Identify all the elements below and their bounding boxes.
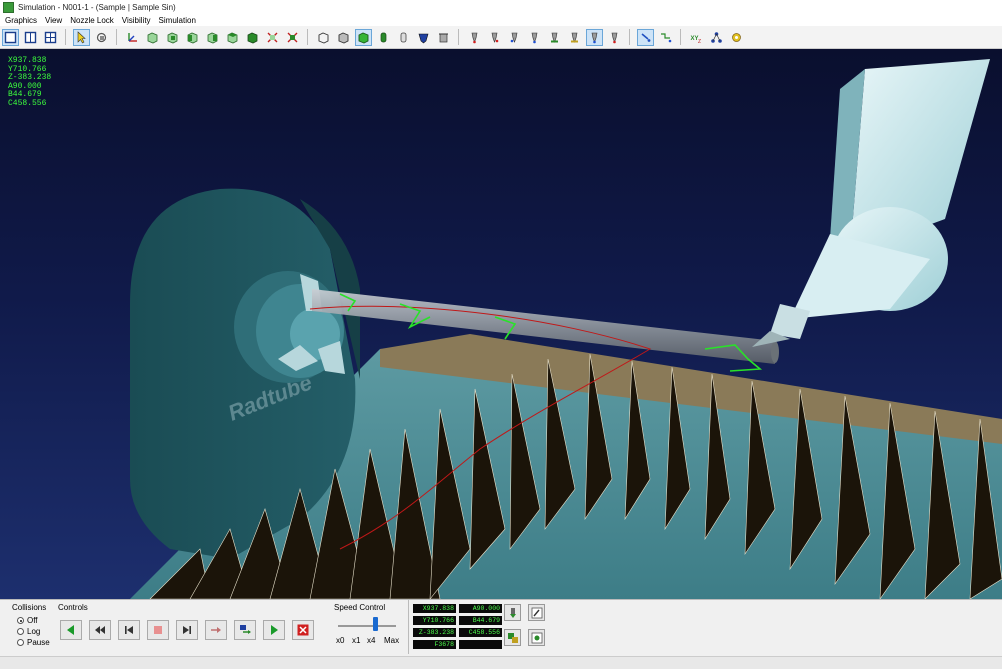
cube-right-icon[interactable]	[204, 29, 221, 46]
gear-star-icon[interactable]	[728, 29, 745, 46]
rotate-view-icon[interactable]	[93, 29, 110, 46]
readout-empty	[459, 640, 502, 649]
controls-group: Controls	[58, 600, 328, 654]
network-icon[interactable]	[708, 29, 725, 46]
coordinate-readout: X937.838 Y710.766 Z-383.238 A90.000 B44.…	[8, 56, 51, 109]
torch-6-icon[interactable]	[566, 29, 583, 46]
single-view-icon[interactable]	[1, 28, 19, 46]
collisions-group: Collisions Off Log Pause	[6, 600, 54, 654]
window-title: Simulation - N001-1 - (Sample | Sample S…	[18, 2, 176, 12]
toolbar-separator	[65, 29, 66, 45]
speed-control-label: Speed Control	[334, 603, 386, 612]
cube-bottom-icon[interactable]	[244, 29, 261, 46]
path-icon[interactable]	[657, 29, 674, 46]
simulation-viewport[interactable]: Radtube X937.838 Y710.766 Z-383.238 A90.…	[0, 49, 1002, 599]
controls-label: Controls	[58, 603, 88, 612]
collisions-label: Collisions	[12, 603, 47, 612]
collisions-log-radio[interactable]: Log	[17, 627, 40, 636]
radio-dot	[17, 639, 24, 646]
xyz-axes-icon[interactable]: XY Z	[688, 29, 705, 46]
cube-front-icon[interactable]	[144, 29, 161, 46]
zoom-extents-icon[interactable]	[284, 29, 301, 46]
load-button[interactable]	[234, 620, 256, 640]
skip-end-button[interactable]	[176, 620, 198, 640]
collisions-off-radio[interactable]: Off	[17, 616, 38, 625]
readout-c: C458.556	[459, 628, 502, 637]
torch-3-icon[interactable]	[506, 29, 523, 46]
cancel-button[interactable]	[292, 620, 314, 640]
speed-tick-max: Max	[384, 636, 400, 645]
bottom-panel: Collisions Off Log Pause Controls Speed …	[0, 599, 1002, 656]
nozzle-icon[interactable]	[636, 28, 654, 46]
toolbar-separator	[680, 29, 681, 45]
menu-nozzle-lock[interactable]: Nozzle Lock	[70, 16, 114, 25]
torch-8-icon[interactable]	[606, 29, 623, 46]
bin-icon[interactable]	[435, 29, 452, 46]
torch-7-icon[interactable]	[585, 28, 603, 46]
step-back-button[interactable]	[60, 620, 82, 640]
target-view-button[interactable]	[528, 629, 545, 646]
svg-text:Z: Z	[698, 39, 701, 44]
torch-2-icon[interactable]	[486, 29, 503, 46]
menu-visibility[interactable]: Visibility	[122, 16, 151, 25]
toolbar-separator	[307, 29, 308, 45]
skip-start-button[interactable]	[118, 620, 140, 640]
readout-f: F3678	[413, 640, 456, 649]
speed-tick-x4: x4	[367, 636, 376, 645]
shield-icon[interactable]	[415, 29, 432, 46]
jump-button[interactable]	[205, 620, 227, 640]
select-cursor-icon[interactable]	[72, 28, 90, 46]
collisions-pause-radio[interactable]: Pause	[17, 638, 50, 647]
radio-dot	[17, 617, 24, 624]
quad-view-icon[interactable]	[42, 29, 59, 46]
readout-x: X937.838	[413, 604, 456, 613]
stop-button[interactable]	[147, 620, 169, 640]
torch-4-icon[interactable]	[526, 29, 543, 46]
rewind-button[interactable]	[89, 620, 111, 640]
menu-bar: Graphics View Nozzle Lock Visibility Sim…	[0, 14, 1002, 26]
speed-slider-track[interactable]	[338, 625, 396, 627]
box-solid-icon[interactable]	[335, 29, 352, 46]
readout-y: Y710.766	[413, 616, 456, 625]
cube-left-icon[interactable]	[184, 29, 201, 46]
app-icon	[3, 1, 14, 13]
radio-dot	[17, 628, 24, 635]
speed-tick-x1: x1	[352, 636, 361, 645]
coord-c: C458.556	[8, 98, 47, 108]
tool-edit-button[interactable]	[528, 604, 545, 621]
readout-z: Z-383.238	[413, 628, 456, 637]
fit-view-icon[interactable]	[264, 29, 281, 46]
cube-top-icon[interactable]	[224, 29, 241, 46]
machine-scene: Radtube	[130, 59, 1002, 599]
tube-end	[771, 341, 779, 363]
speed-slider-thumb[interactable]	[373, 617, 378, 631]
cylinder-icon[interactable]	[375, 29, 392, 46]
axis-view-icon[interactable]	[124, 29, 141, 46]
torch-1-icon[interactable]	[466, 29, 483, 46]
toolbar-separator	[629, 29, 630, 45]
title-bar: Simulation - N001-1 - (Sample | Sample S…	[0, 0, 1002, 14]
box-green-icon[interactable]	[354, 28, 372, 46]
layer-toggle-button[interactable]	[504, 629, 521, 646]
torch-5-icon[interactable]	[546, 29, 563, 46]
speed-control-group: Speed Control x0 x1 x4 Max	[330, 600, 402, 654]
readout-group: X937.838 Y710.766 Z-383.238 F3678 A90.00…	[408, 600, 548, 654]
menu-graphics[interactable]: Graphics	[5, 16, 37, 25]
toolbar-separator	[116, 29, 117, 45]
readout-a: A90.000	[459, 604, 502, 613]
toolbar: XY Z	[0, 26, 1002, 49]
play-button[interactable]	[263, 620, 285, 640]
toolbar-separator	[458, 29, 459, 45]
cube-back-icon[interactable]	[164, 29, 181, 46]
torch-status-button[interactable]	[504, 604, 521, 621]
split-view-icon[interactable]	[22, 29, 39, 46]
speed-tick-x0: x0	[336, 636, 345, 645]
box-wireframe-icon[interactable]	[315, 29, 332, 46]
menu-view[interactable]: View	[45, 16, 62, 25]
menu-simulation[interactable]: Simulation	[159, 16, 196, 25]
readout-b: B44.679	[459, 616, 502, 625]
cylinder-outline-icon[interactable]	[395, 29, 412, 46]
status-bar	[0, 656, 1002, 669]
